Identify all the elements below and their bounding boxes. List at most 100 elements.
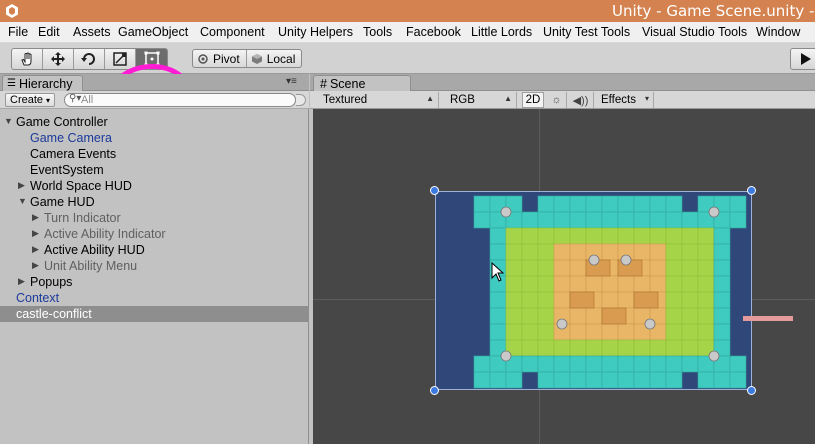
map-tile (665, 355, 683, 373)
hierarchy-label: Active Ability HUD (44, 243, 145, 257)
hierarchy-row[interactable]: ▶ Popups (0, 274, 309, 290)
map-tile (505, 371, 523, 389)
menu-little-lords[interactable]: Little Lords (471, 25, 532, 39)
menu-tools[interactable]: Tools (363, 25, 392, 39)
hierarchy-row[interactable]: ▶ Unit Ability Menu (0, 258, 309, 274)
map-tile (681, 227, 699, 245)
tab-hierarchy[interactable]: ☰ Hierarchy (2, 75, 83, 91)
map-tile (649, 355, 667, 373)
map-tile (585, 355, 603, 373)
map-tile (665, 259, 683, 277)
menu-visual-studio-tools[interactable]: Visual Studio Tools (642, 25, 747, 39)
hierarchy-row[interactable]: ▶ Turn Indicator (0, 210, 309, 226)
hierarchy-row[interactable]: Camera Events (0, 146, 309, 162)
map-tile (617, 211, 635, 229)
render-mode-dropdown[interactable]: Textured ▲ (318, 92, 439, 108)
collapse-arrow-icon[interactable]: ▶ (32, 212, 39, 223)
hand-tool-button[interactable] (12, 49, 43, 69)
color-mode-dropdown[interactable]: RGB ▲ (445, 92, 517, 108)
hierarchy-row[interactable]: Context (0, 290, 309, 306)
collapse-arrow-icon[interactable]: ▶ (32, 260, 39, 271)
expand-arrow-icon[interactable]: ▼ (18, 196, 27, 206)
play-button[interactable] (790, 48, 815, 70)
audio-toggle[interactable]: ◀)) (568, 92, 594, 108)
menu-unity-helpers[interactable]: Unity Helpers (278, 25, 353, 39)
map-tile (617, 355, 635, 373)
hierarchy-row[interactable]: ▶ World Space HUD (0, 178, 309, 194)
map-tile (569, 211, 587, 229)
map-tile (553, 195, 571, 213)
hierarchy-row[interactable]: ▼ Game Controller (0, 114, 309, 130)
scene-viewport[interactable] (313, 109, 815, 444)
hierarchy-row[interactable]: ▶ Active Ability HUD (0, 242, 309, 258)
hierarchy-search-input[interactable] (81, 94, 291, 106)
dropdown-caret-icon: ▾ (644, 94, 649, 103)
create-dropdown[interactable]: Create ▾ (5, 93, 56, 107)
map-tile (633, 275, 651, 293)
map-tile (569, 339, 587, 357)
hierarchy-row[interactable]: ▶ Active Ability Indicator (0, 226, 309, 242)
collapse-arrow-icon[interactable]: ▶ (32, 228, 39, 239)
hierarchy-label: Turn Indicator (44, 211, 121, 225)
map-tile (633, 339, 651, 357)
collapse-arrow-icon[interactable]: ▶ (18, 180, 25, 191)
map-tile (713, 275, 731, 293)
menu-file[interactable]: File (8, 25, 28, 39)
search-cancel-button[interactable] (296, 94, 306, 106)
lighting-toggle[interactable]: ☼ (547, 92, 567, 108)
expand-arrow-icon[interactable]: ▼ (4, 116, 13, 126)
collapse-arrow-icon[interactable]: ▶ (18, 276, 25, 287)
map-tile (665, 371, 683, 389)
collapse-arrow-icon[interactable]: ▶ (32, 244, 39, 255)
map-tile (681, 323, 699, 341)
map-tile (665, 323, 683, 341)
canvas-rect[interactable] (435, 191, 752, 390)
local-button[interactable]: Local (247, 50, 302, 67)
scale-tool-button[interactable] (105, 49, 136, 69)
menu-edit[interactable]: Edit (38, 25, 60, 39)
hierarchy-label: World Space HUD (30, 179, 132, 193)
dropdown-caret-icon: ▲ (426, 94, 434, 103)
rect-handle-top-right[interactable] (747, 186, 756, 195)
menu-window[interactable]: Window (756, 25, 800, 39)
map-tile (601, 227, 619, 245)
map-tile (681, 243, 699, 261)
move-tool-button[interactable] (43, 49, 74, 69)
menu-facebook[interactable]: Facebook (406, 25, 461, 39)
map-block (569, 291, 595, 309)
map-tile (697, 275, 715, 293)
off-canvas-object[interactable] (743, 316, 793, 321)
rotate-tool-button[interactable] (74, 49, 105, 69)
hierarchy-toolbar: Create ▾ ⚲▾ (0, 91, 309, 109)
pivot-button[interactable]: Pivot (193, 50, 247, 67)
hierarchy-row[interactable]: Game Camera (0, 130, 309, 146)
castle-map (473, 195, 747, 389)
rect-handle-top-left[interactable] (430, 186, 439, 195)
effects-label: Effects (601, 94, 636, 106)
map-tile (489, 323, 507, 341)
map-tile (681, 259, 699, 277)
map-tile (569, 355, 587, 373)
effects-dropdown[interactable]: Effects ▾ (596, 92, 654, 108)
menu-assets[interactable]: Assets (73, 25, 111, 39)
local-label: Local (266, 51, 296, 66)
map-tile (473, 211, 491, 229)
panel-menu-icon[interactable]: ▾≡ (286, 76, 297, 87)
rect-tool-button[interactable] (136, 49, 167, 69)
rect-transform-icon (144, 51, 159, 67)
map-tile (569, 227, 587, 245)
rect-handle-bottom-left[interactable] (430, 386, 439, 395)
menu-component[interactable]: Component (200, 25, 265, 39)
toggle-2d-button[interactable]: 2D (522, 92, 544, 108)
list-icon: ☰ (7, 78, 16, 89)
map-tile (505, 275, 523, 293)
tab-scene[interactable]: # Scene (313, 75, 411, 91)
hierarchy-row[interactable]: castle-conflict (0, 306, 309, 322)
map-tile (585, 339, 603, 357)
menu-gameobject[interactable]: GameObject (118, 25, 188, 39)
menu-unity-test-tools[interactable]: Unity Test Tools (543, 25, 630, 39)
rect-handle-bottom-right[interactable] (747, 386, 756, 395)
map-tile (553, 259, 571, 277)
hierarchy-row[interactable]: ▼ Game HUD (0, 194, 309, 210)
hierarchy-row[interactable]: EventSystem (0, 162, 309, 178)
